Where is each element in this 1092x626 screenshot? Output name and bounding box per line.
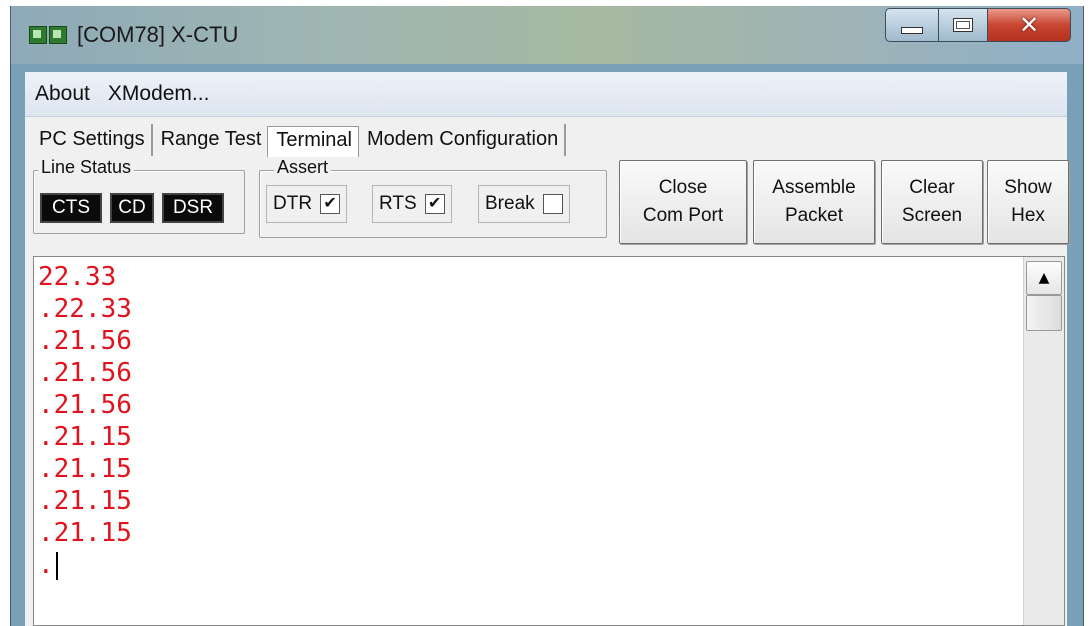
dtr-label: DTR [273,193,313,214]
terminal-line: .21.56 [38,325,132,357]
terminal-line-text: .21.15 [38,518,132,548]
menu-xmodem[interactable]: XModem... [98,82,218,106]
cd-indicator: CD [110,193,154,223]
line-status-group: Line Status CTS CD DSR [33,157,245,234]
assert-group: Assert DTR ✔ RTS ✔ Break [259,157,607,238]
maximize-button[interactable] [938,8,988,42]
dtr-checkbox[interactable]: ✔ [320,194,341,214]
tab-strip: PC Settings Range Test Terminal Modem Co… [31,120,567,157]
break-label: Break [485,193,535,214]
terminal-line: .21.15 [38,517,132,549]
text-caret [55,551,58,580]
title-bar[interactable]: [COM78] X-CTU ✕ [11,6,1083,64]
tab-modem-configuration[interactable]: Modem Configuration [359,124,567,156]
show-hex-button[interactable]: Show Hex [987,160,1069,244]
terminal-line-text: . [38,550,54,580]
menu-bar: About XModem... [25,72,1067,117]
cts-indicator: CTS [40,193,102,223]
terminal-line-text: .21.56 [38,390,132,420]
terminal-scrollbar[interactable]: ▲ [1023,257,1064,625]
terminal-line-text: .21.56 [38,358,132,388]
tab-terminal[interactable]: Terminal [267,126,359,157]
terminal-output[interactable]: 22.33.22.33.21.56.21.56.21.56.21.15.21.1… [33,256,1065,626]
scroll-up-button[interactable]: ▲ [1026,261,1062,295]
app-window: [COM78] X-CTU ✕ About XModem... PC Setti… [10,6,1084,626]
terminal-line-text: .21.15 [38,422,132,452]
terminal-toolbar: Line Status CTS CD DSR Assert DTR ✔ RTS … [25,157,1069,250]
terminal-line-text: .21.56 [38,326,132,356]
close-icon: ✕ [1018,11,1040,39]
rts-label: RTS [379,193,417,214]
client-area: About XModem... PC Settings Range Test T… [25,72,1069,626]
terminal-line-text: 22.33 [38,262,117,292]
terminal-line-text: .22.33 [38,294,132,324]
terminal-line: .21.15 [38,485,132,517]
dsr-indicator: DSR [162,193,224,223]
minimize-icon [901,26,923,34]
break-toggle[interactable]: Break [478,185,570,223]
minimize-button[interactable] [885,8,939,42]
dtr-toggle[interactable]: DTR ✔ [266,185,348,223]
terminal-line-text: .21.15 [38,486,132,516]
terminal-line: .22.33 [38,293,132,325]
scroll-thumb[interactable] [1026,295,1062,331]
assert-label: Assert [274,157,332,178]
terminal-line: .21.56 [38,357,132,389]
rts-toggle[interactable]: RTS ✔ [372,185,452,223]
break-checkbox[interactable] [542,194,563,214]
rts-checkbox[interactable]: ✔ [424,194,445,214]
line-status-label: Line Status [38,157,135,178]
terminal-lines: 22.33.22.33.21.56.21.56.21.56.21.15.21.1… [38,261,132,581]
menu-about[interactable]: About [25,82,98,106]
xctu-app-icon [29,26,69,44]
close-button[interactable]: ✕ [987,8,1071,42]
assemble-packet-button[interactable]: Assemble Packet [753,160,875,244]
window-title: [COM78] X-CTU [77,22,239,47]
maximize-icon [953,18,973,32]
terminal-line: .21.56 [38,389,132,421]
terminal-line: 22.33 [38,261,132,293]
arrow-up-icon: ▲ [1038,270,1050,286]
terminal-line-text: .21.15 [38,454,132,484]
tab-range-test[interactable]: Range Test [152,124,268,156]
tab-pc-settings[interactable]: PC Settings [31,124,153,156]
terminal-line: . [38,549,132,581]
close-com-port-button[interactable]: Close Com Port [619,160,747,244]
terminal-line: .21.15 [38,453,132,485]
clear-screen-button[interactable]: Clear Screen [881,160,983,244]
terminal-line: .21.15 [38,421,132,453]
